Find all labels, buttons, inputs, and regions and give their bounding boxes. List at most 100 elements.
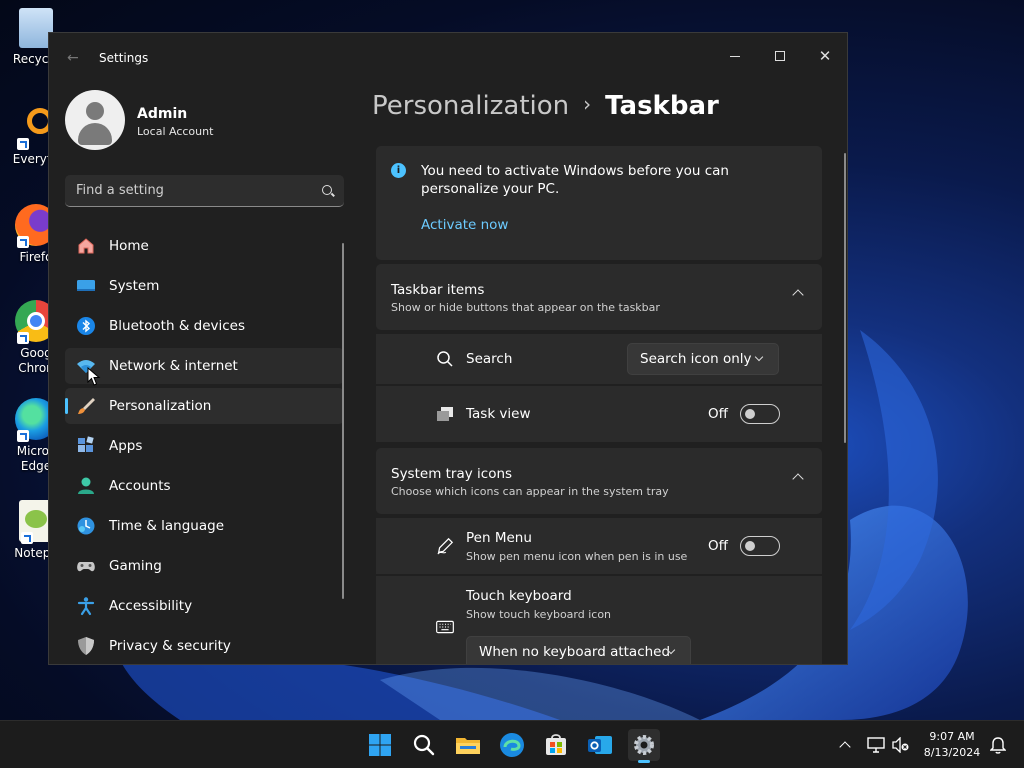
find-setting-search[interactable] — [65, 175, 344, 207]
dropdown-value: Search icon only — [640, 351, 752, 367]
start-icon — [369, 734, 391, 756]
settings-taskbar-button[interactable] — [628, 729, 660, 763]
section-title: System tray icons — [391, 466, 513, 482]
shield-icon — [76, 636, 96, 656]
system-icon — [76, 276, 96, 296]
task-view-toggle[interactable] — [740, 404, 780, 424]
close-icon: ✕ — [818, 47, 832, 65]
maximize-button[interactable] — [760, 41, 800, 71]
pen-menu-row: Pen Menu Show pen menu icon when pen is … — [376, 518, 822, 574]
pen-icon — [436, 537, 454, 555]
chevron-up-icon — [839, 741, 851, 753]
keyboard-icon — [436, 618, 454, 636]
brush-icon — [76, 396, 96, 416]
accounts-icon — [76, 476, 96, 496]
sidebar-item-label: Apps — [109, 438, 143, 454]
system-clock[interactable]: 9:07 AM 8/13/2024 — [918, 729, 986, 761]
sidebar-item-privacy[interactable]: Privacy & security — [65, 628, 344, 664]
minimize-icon — [730, 55, 740, 57]
notifications-button[interactable] — [982, 729, 1014, 761]
sidebar-item-accessibility[interactable]: Accessibility — [65, 588, 344, 624]
chevron-up-icon[interactable] — [792, 473, 804, 485]
volume-tray-button[interactable] — [885, 729, 917, 761]
chevron-down-icon — [754, 352, 764, 362]
close-button[interactable]: ✕ — [805, 41, 845, 71]
search-icon — [436, 350, 454, 368]
file-explorer-icon — [456, 738, 480, 754]
breadcrumb-chevron-icon: › — [583, 92, 592, 116]
volume-muted-icon — [892, 737, 909, 753]
minimize-button[interactable] — [715, 41, 755, 71]
toggle-state: Off — [708, 406, 728, 422]
sidebar-item-label: Accessibility — [109, 598, 193, 614]
section-subtitle: Choose which icons can appear in the sys… — [391, 485, 669, 498]
bluetooth-icon — [76, 316, 96, 336]
title-bar[interactable]: ← Settings ✕ — [49, 33, 847, 81]
settings-window: ← Settings ✕ Admin Local Account Home Sy… — [48, 32, 848, 665]
content-scrollbar[interactable] — [844, 153, 846, 443]
back-arrow-icon[interactable]: ← — [67, 50, 79, 66]
dropdown-value: When no keyboard attached — [479, 644, 671, 660]
profile-account-type: Local Account — [137, 125, 214, 138]
search-mode-dropdown[interactable]: Search icon only — [627, 343, 779, 375]
page-title: Taskbar — [605, 91, 719, 121]
search-setting-row: Search Search icon only — [376, 334, 822, 384]
sidebar-item-time-language[interactable]: Time & language — [65, 508, 344, 544]
chevron-up-icon[interactable] — [792, 289, 804, 301]
row-subtitle: Show pen menu icon when pen is in use — [466, 550, 688, 563]
avatar — [65, 90, 125, 150]
sidebar-item-label: Time & language — [109, 518, 225, 534]
outlook-button[interactable] — [584, 729, 616, 761]
sidebar-item-accounts[interactable]: Accounts — [65, 468, 344, 504]
file-explorer-button[interactable] — [452, 729, 484, 761]
sidebar-item-system[interactable]: System — [65, 268, 344, 304]
store-icon — [546, 734, 566, 755]
info-icon: i — [391, 163, 406, 178]
start-button[interactable] — [364, 729, 396, 761]
window-title: Settings — [99, 51, 149, 65]
search-icon — [413, 734, 435, 756]
section-subtitle: Show or hide buttons that appear on the … — [391, 301, 660, 314]
row-label: Task view — [466, 406, 531, 422]
sidebar-item-home[interactable]: Home — [65, 228, 344, 264]
sidebar-item-label: Bluetooth & devices — [109, 318, 246, 334]
store-button[interactable] — [540, 729, 572, 761]
sidebar-item-apps[interactable]: Apps — [65, 428, 344, 464]
sidebar-item-label: Network & internet — [109, 358, 238, 374]
show-hidden-icons-button[interactable] — [829, 729, 861, 761]
pen-menu-toggle[interactable] — [740, 536, 780, 556]
search-input[interactable] — [65, 175, 305, 206]
sidebar-item-label: Accounts — [109, 478, 171, 494]
gamepad-icon — [76, 556, 96, 576]
breadcrumb-parent[interactable]: Personalization — [372, 91, 569, 121]
row-subtitle: Show touch keyboard icon — [466, 608, 612, 621]
row-label: Touch keyboard — [466, 588, 572, 604]
breadcrumb: Personalization › Taskbar — [372, 91, 719, 121]
sidebar-item-gaming[interactable]: Gaming — [65, 548, 344, 584]
task-view-row: Task view Off — [376, 386, 822, 442]
row-label: Search — [466, 351, 513, 367]
system-tray-header[interactable]: System tray icons Choose which icons can… — [376, 448, 822, 514]
sidebar-item-label: Home — [109, 238, 149, 254]
taskbar-search-button[interactable] — [408, 729, 440, 761]
taskbar-items-header[interactable]: Taskbar items Show or hide buttons that … — [376, 264, 822, 330]
sidebar-scrollbar[interactable] — [342, 243, 344, 599]
sidebar-item-bluetooth[interactable]: Bluetooth & devices — [65, 308, 344, 344]
search-icon[interactable] — [322, 185, 332, 195]
sidebar-item-label: Personalization — [109, 398, 212, 414]
sidebar-item-network[interactable]: Network & internet — [65, 348, 344, 384]
notification-bell-icon — [990, 737, 1006, 754]
maximize-icon — [775, 51, 785, 61]
activate-now-link[interactable]: Activate now — [421, 217, 508, 233]
main-content: i You need to activate Windows before yo… — [376, 146, 822, 664]
edge-taskbar-button[interactable] — [496, 729, 528, 761]
sidebar-item-label: Gaming — [109, 558, 162, 574]
toggle-state: Off — [708, 538, 728, 554]
windows-taskbar: 9:07 AM 8/13/2024 — [0, 720, 1024, 768]
settings-icon — [634, 735, 654, 755]
mouse-cursor-icon — [87, 367, 101, 386]
globe-clock-icon — [76, 516, 96, 536]
touch-keyboard-dropdown[interactable]: When no keyboard attached — [466, 636, 691, 664]
sidebar-item-label: System — [109, 278, 160, 294]
sidebar-item-personalization[interactable]: Personalization — [65, 388, 344, 424]
